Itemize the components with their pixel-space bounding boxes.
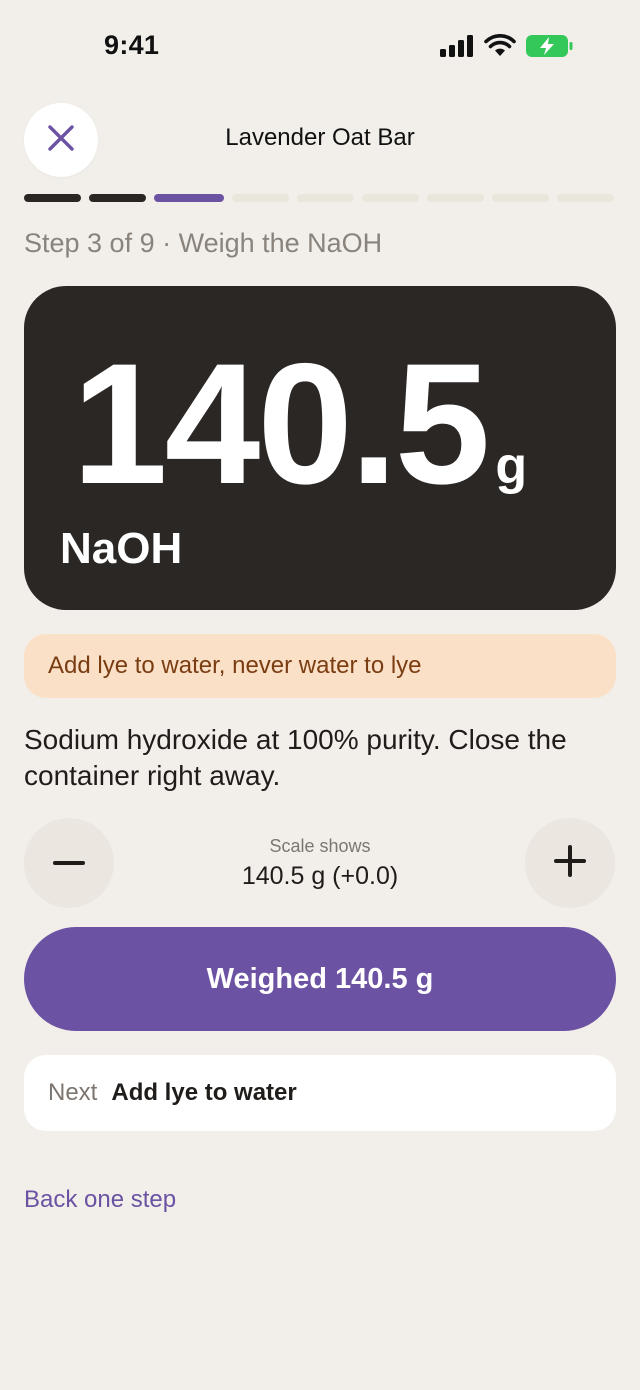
plus-icon [554, 844, 586, 882]
progress-segment [362, 194, 419, 202]
battery-charging-icon [526, 34, 574, 58]
recipe-title: Lavender Oat Bar [225, 124, 415, 151]
next-step-label: Next [48, 1079, 98, 1106]
weigh-step-screen: 9:41 Lavender Oat Bar Step 3 of 9 · Weig… [0, 0, 640, 1390]
back-one-step-link[interactable]: Back one step [24, 1186, 176, 1214]
step-label: Step 3 of 9 · Weigh the NaOH [24, 228, 383, 258]
progress-segment [557, 194, 614, 202]
weight-unit: g [495, 437, 528, 495]
cellular-signal-icon [440, 35, 474, 57]
progress-segment [89, 194, 146, 202]
status-icons [440, 34, 574, 58]
confirm-weighed-button[interactable]: Weighed 140.5 g [24, 927, 616, 1031]
progress-segment [427, 194, 484, 202]
safety-warning-text: Add lye to water, never water to lye [48, 652, 422, 679]
increase-button[interactable] [525, 818, 615, 908]
next-step-card[interactable]: Next Add lye to water [24, 1055, 616, 1131]
confirm-weighed-label: Weighed 140.5 g [206, 962, 434, 995]
weight-value: 140.5 [72, 328, 490, 520]
progress-segment [154, 194, 224, 202]
status-time: 9:41 [104, 30, 160, 60]
weight-value-group: 140.5 g [72, 338, 527, 510]
next-step-title: Add lye to water [111, 1079, 297, 1106]
step-description: Sodium hydroxide at 100% purity. Close t… [24, 724, 567, 791]
status-bar: 9:41 [0, 0, 640, 96]
progress-segment [492, 194, 549, 202]
progress-segment [232, 194, 289, 202]
safety-warning-banner: Add lye to water, never water to lye [24, 634, 616, 698]
progress-segment [297, 194, 354, 202]
weight-display: 140.5 g NaOH [24, 286, 616, 610]
chemical-name: NaOH [60, 524, 183, 573]
wifi-icon [484, 34, 516, 58]
progress-segment [24, 194, 81, 202]
step-progress-bar [24, 194, 616, 204]
